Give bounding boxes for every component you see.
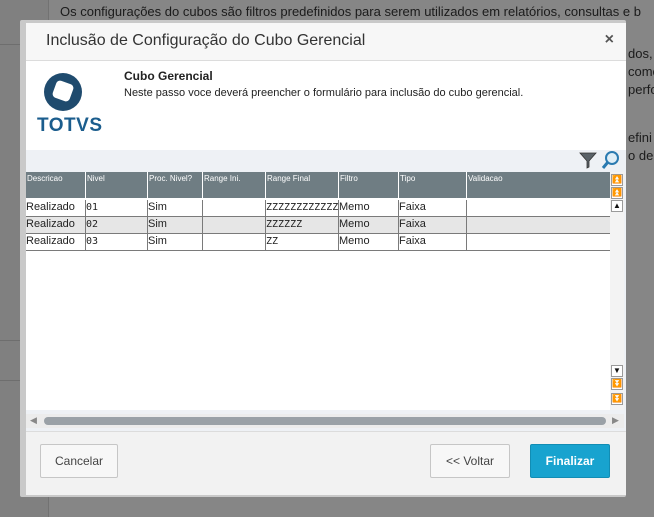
table-cell: Faixa: [399, 200, 467, 216]
column-header[interactable]: Proc. Nivel?: [148, 172, 203, 198]
grid-header: Descricao Nivel Proc. Nivel? Range Ini. …: [26, 172, 610, 198]
horizontal-scrollbar[interactable]: ◀ ▶: [26, 414, 624, 428]
column-header[interactable]: Descricao: [26, 172, 86, 198]
table-cell: Realizado: [26, 234, 86, 250]
table-cell: ZZZZZZ: [266, 217, 339, 233]
column-header[interactable]: Range Final: [266, 172, 339, 198]
table-cell: [467, 234, 610, 250]
scroll-top-icon[interactable]: ⏫: [611, 174, 623, 186]
finish-button[interactable]: Finalizar: [530, 444, 610, 478]
table-row[interactable]: Realizado 01 Sim ZZZZZZZZZZZZ Memo Faixa: [26, 200, 610, 217]
vertical-scrollbar[interactable]: ⏫ ⏫ ▲ ▼ ⏬ ⏬: [610, 172, 624, 410]
table-cell: Memo: [339, 217, 399, 233]
table-cell: ZZ: [266, 234, 339, 250]
info-heading: Cubo Gerencial: [124, 69, 213, 83]
scroll-down-icon[interactable]: ▼: [611, 365, 623, 377]
column-header[interactable]: Tipo: [399, 172, 467, 198]
grid-area: Descricao Nivel Proc. Nivel? Range Ini. …: [26, 150, 626, 431]
scroll-bottom-icon[interactable]: ⏬: [611, 393, 623, 405]
logo-text: TOTVS: [37, 115, 103, 136]
dialog: Inclusão de Configuração do Cubo Gerenci…: [26, 23, 626, 495]
info-description: Neste passo voce deverá preencher o form…: [124, 87, 524, 99]
table-cell: 01: [86, 200, 148, 216]
table-cell: ZZZZZZZZZZZZ: [266, 200, 339, 216]
dialog-header: Inclusão de Configuração do Cubo Gerenci…: [26, 23, 626, 61]
search-icon[interactable]: [600, 150, 622, 170]
table-cell: Faixa: [399, 217, 467, 233]
close-button[interactable]: ×: [605, 31, 614, 49]
totvs-logo-icon: [44, 73, 82, 111]
dialog-title: Inclusão de Configuração do Cubo Gerenci…: [46, 32, 366, 49]
page-down-icon[interactable]: ⏬: [611, 378, 623, 390]
column-header[interactable]: Nivel: [86, 172, 148, 198]
back-button[interactable]: << Voltar: [430, 444, 510, 478]
scroll-right-icon[interactable]: ▶: [612, 415, 619, 426]
column-header[interactable]: Range Ini.: [203, 172, 266, 198]
table-cell: [467, 200, 610, 216]
table-cell: [203, 217, 266, 233]
dialog-footer: Cancelar << Voltar Finalizar: [26, 431, 626, 495]
table-cell: Memo: [339, 200, 399, 216]
scroll-left-icon[interactable]: ◀: [30, 415, 37, 426]
table-row[interactable]: Realizado 02 Sim ZZZZZZ Memo Faixa: [26, 217, 610, 234]
table-cell: [203, 200, 266, 216]
table-cell: [467, 217, 610, 233]
column-header[interactable]: Filtro: [339, 172, 399, 198]
cancel-button[interactable]: Cancelar: [40, 444, 118, 478]
table-cell: 03: [86, 234, 148, 250]
column-header[interactable]: Validacao: [467, 172, 610, 198]
table-cell: Memo: [339, 234, 399, 250]
filter-icon[interactable]: [578, 150, 598, 170]
wizard-info-panel: TOTVS Cubo Gerencial Neste passo voce de…: [26, 61, 626, 149]
table-cell: 02: [86, 217, 148, 233]
table-cell: Realizado: [26, 217, 86, 233]
table-cell: Sim: [148, 234, 203, 250]
table-cell: [203, 234, 266, 250]
table-cell: Faixa: [399, 234, 467, 250]
table-row[interactable]: Realizado 03 Sim ZZ Memo Faixa: [26, 234, 610, 251]
table-cell: Sim: [148, 217, 203, 233]
table-cell: Sim: [148, 200, 203, 216]
data-grid[interactable]: Descricao Nivel Proc. Nivel? Range Ini. …: [26, 172, 610, 410]
page-up-icon[interactable]: ⏫: [611, 187, 623, 199]
table-cell: Realizado: [26, 200, 86, 216]
scroll-up-icon[interactable]: ▲: [611, 200, 623, 212]
scroll-thumb[interactable]: [44, 417, 606, 425]
